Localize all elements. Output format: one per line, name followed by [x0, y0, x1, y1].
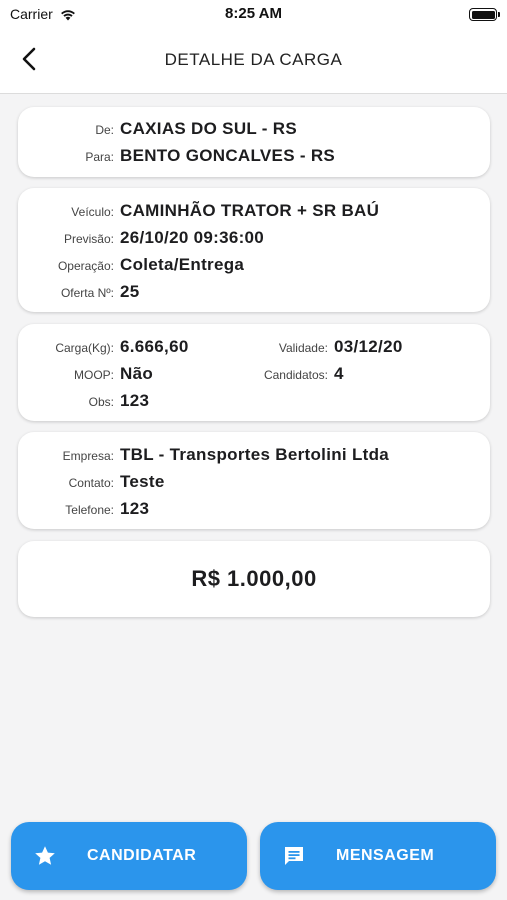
to-label: Para:	[85, 150, 114, 164]
chat-icon	[285, 847, 303, 865]
weight-row: Carga(Kg): 6.666,60	[18, 337, 189, 357]
vehicle-label: Veículo:	[71, 205, 114, 219]
validity-row: Validade: 03/12/20	[228, 337, 403, 357]
offer-value: 25	[120, 282, 140, 301]
from-label: De:	[95, 123, 114, 137]
from-row: De: CAXIAS DO SUL - RS	[18, 119, 297, 139]
forecast-value: 26/10/20 09:36:00	[120, 228, 265, 247]
validity-value: 03/12/20	[334, 337, 403, 356]
cargo-card: Carga(Kg): 6.666,60 Validade: 03/12/20 M…	[18, 324, 490, 421]
from-value: CAXIAS DO SUL - RS	[120, 119, 297, 138]
offer-label: Oferta Nº:	[60, 286, 114, 300]
status-time: 8:25 AM	[225, 5, 282, 22]
weight-value: 6.666,60	[120, 337, 189, 356]
status-bar: Carrier 8:25 AM	[0, 0, 507, 28]
validity-label: Validade:	[278, 341, 328, 355]
apply-button-label: CANDIDATAR	[87, 847, 197, 864]
message-button-label: MENSAGEM	[336, 847, 435, 864]
moop-row: MOOP: Não	[18, 364, 153, 384]
forecast-row: Previsão: 26/10/20 09:36:00	[18, 228, 264, 248]
company-card: Empresa: TBL - Transportes Bertolini Ltd…	[18, 432, 490, 529]
obs-value: 123	[120, 391, 150, 410]
page-title: DETALHE DA CARGA	[164, 50, 343, 69]
company-row: Empresa: TBL - Transportes Bertolini Ltd…	[18, 445, 389, 465]
battery-icon	[469, 8, 500, 21]
company-value: TBL - Transportes Bertolini Ltda	[120, 445, 390, 464]
candidates-value: 4	[334, 364, 344, 383]
moop-value: Não	[120, 364, 154, 383]
star-icon	[35, 846, 55, 865]
obs-label: Obs:	[88, 395, 114, 409]
forecast-label: Previsão:	[63, 232, 114, 246]
navigation-bar: DETALHE DA CARGA	[0, 28, 507, 94]
route-card: De: CAXIAS DO SUL - RS Para: BENTO GONCA…	[18, 107, 490, 177]
company-label: Empresa:	[62, 449, 114, 463]
to-value: BENTO GONCALVES - RS	[120, 146, 336, 165]
candidates-row: Candidatos: 4	[228, 364, 344, 384]
operation-value: Coleta/Entrega	[120, 255, 245, 274]
operation-label: Operação:	[57, 259, 114, 273]
price-card: R$ 1.000,00	[18, 541, 490, 617]
weight-label: Carga(Kg):	[55, 341, 114, 355]
phone-value: 123	[120, 499, 150, 518]
message-button[interactable]: MENSAGEM	[260, 822, 496, 890]
contact-label: Contato:	[68, 476, 114, 490]
vehicle-row: Veículo: CAMINHÃO TRATOR + SR BAÚ	[18, 201, 379, 221]
obs-row: Obs: 123	[18, 391, 149, 411]
candidates-label: Candidatos:	[263, 368, 328, 382]
operation-row: Operação: Coleta/Entrega	[18, 255, 244, 275]
vehicle-card: Veículo: CAMINHÃO TRATOR + SR BAÚ Previs…	[18, 188, 490, 312]
price-value: R$ 1.000,00	[191, 566, 317, 591]
moop-label: MOOP:	[73, 368, 114, 382]
phone-label: Telefone:	[65, 503, 114, 517]
to-row: Para: BENTO GONCALVES - RS	[18, 146, 335, 166]
phone-row: Telefone: 123	[18, 499, 149, 519]
contact-row: Contato: Teste	[18, 472, 165, 492]
vehicle-value: CAMINHÃO TRATOR + SR BAÚ	[120, 201, 380, 220]
contact-value: Teste	[120, 472, 165, 491]
apply-button[interactable]: CANDIDATAR	[11, 822, 247, 890]
offer-row: Oferta Nº: 25	[18, 282, 140, 302]
